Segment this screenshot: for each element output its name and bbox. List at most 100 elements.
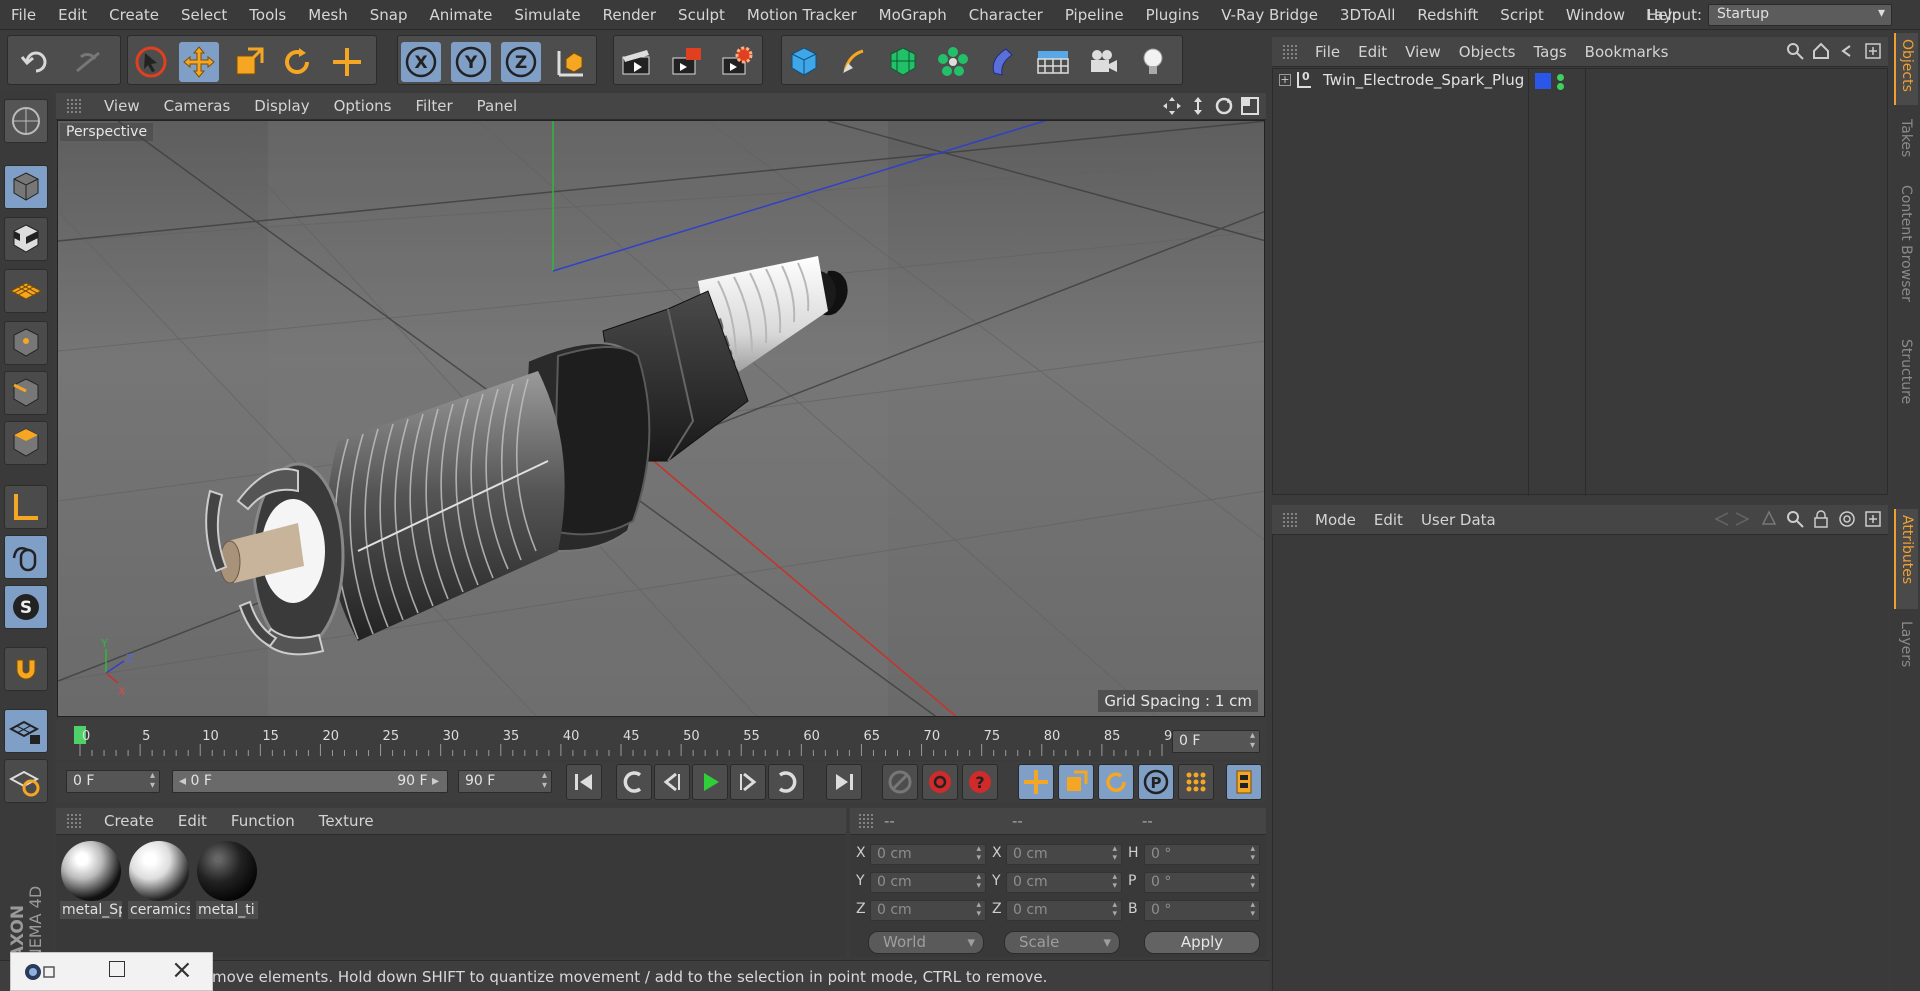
make-editable-button[interactable] [4, 99, 48, 143]
recent-tool-button[interactable] [327, 42, 367, 82]
viewport-menu-options[interactable]: Options [322, 97, 404, 115]
viewport-menu-panel[interactable]: Panel [465, 97, 529, 115]
pan-view-icon[interactable] [1162, 96, 1182, 116]
next-frame-button[interactable] [730, 764, 766, 800]
menu-sculpt[interactable]: Sculpt [667, 6, 736, 24]
rotation-b-field[interactable]: 0 ° ▴ ▾ [1144, 900, 1260, 921]
attributes-menu-mode[interactable]: Mode [1306, 511, 1365, 529]
object-name[interactable]: Twin_Electrode_Spark_Plug [1323, 71, 1524, 89]
key-rotation-button[interactable] [1098, 764, 1134, 800]
render-view-button[interactable] [617, 42, 657, 82]
size-z-field[interactable]: 0 cm ▴ ▾ [1006, 900, 1122, 921]
redo-button[interactable] [68, 42, 108, 82]
record-active-objects-button[interactable] [882, 764, 918, 800]
play-button[interactable] [692, 764, 728, 800]
material-menu-texture[interactable]: Texture [307, 812, 386, 830]
material-item[interactable]: metal_ti [196, 841, 258, 923]
maximize-view-icon[interactable] [1240, 96, 1260, 116]
material-item[interactable]: ceramics [128, 841, 190, 923]
material-item[interactable]: metal_Sp [60, 841, 122, 923]
go-to-start-button[interactable] [566, 764, 602, 800]
menu-animate[interactable]: Animate [419, 6, 504, 24]
go-to-end-button[interactable] [826, 764, 862, 800]
layout-select[interactable]: Startup [1708, 4, 1892, 26]
menu-edit[interactable]: Edit [47, 6, 98, 24]
edges-mode-button[interactable] [4, 371, 48, 415]
render-settings-button[interactable] [717, 42, 757, 82]
maximize-window-icon[interactable] [109, 961, 125, 977]
frame-range-slider[interactable]: ◂ 0 F 90 F ▸ [172, 770, 448, 793]
grip-handle[interactable] [66, 813, 82, 829]
rotate-view-icon[interactable] [1214, 96, 1234, 116]
objects-menu-file[interactable]: File [1306, 43, 1349, 61]
tab-attributes[interactable]: Attributes [1894, 509, 1918, 609]
menu-window[interactable]: Window [1555, 6, 1636, 24]
menu-script[interactable]: Script [1489, 6, 1555, 24]
layer-color-swatch[interactable] [1535, 73, 1551, 89]
menu-plugins[interactable]: Plugins [1135, 6, 1211, 24]
grip-handle[interactable] [858, 813, 874, 829]
tab-objects[interactable]: Objects [1894, 33, 1918, 105]
live-selection-button[interactable] [131, 42, 171, 82]
home-icon[interactable] [1812, 42, 1830, 60]
target-icon[interactable] [1838, 510, 1856, 528]
apply-button[interactable]: Apply [1144, 931, 1260, 954]
back-forward-icon[interactable] [1712, 510, 1752, 528]
size-mode-select[interactable]: Scale ▾ [1004, 931, 1120, 954]
viewport-menu-view[interactable]: View [92, 97, 152, 115]
coordinate-system-button[interactable] [551, 42, 591, 82]
tab-content-browser[interactable]: Content Browser [1894, 179, 1918, 329]
grip-handle[interactable] [1282, 512, 1298, 528]
previous-key-button[interactable] [616, 764, 652, 800]
light-object-button[interactable] [1133, 42, 1173, 82]
planar-workplane-button[interactable] [4, 759, 48, 803]
camera-object-button[interactable] [1083, 42, 1123, 82]
tab-layers[interactable]: Layers [1894, 615, 1918, 679]
menu-pipeline[interactable]: Pipeline [1054, 6, 1135, 24]
points-mode-button[interactable] [4, 321, 48, 365]
rotation-h-field[interactable]: 0 ° ▴ ▾ [1144, 844, 1260, 865]
start-frame-field[interactable]: 0 F ▴ ▾ [66, 770, 160, 793]
tweak-mode-button[interactable] [4, 535, 48, 579]
menu-v-ray-bridge[interactable]: V-Ray Bridge [1210, 6, 1329, 24]
coordinate-space-select[interactable]: World ▾ [868, 931, 984, 954]
timeline-ruler[interactable]: 051015202530354045505560657075808590 0 F… [56, 720, 1266, 760]
sculpt-mode-button[interactable]: S [4, 585, 48, 629]
close-window-icon[interactable]: × [171, 955, 193, 985]
menu-redshift[interactable]: Redshift [1406, 6, 1489, 24]
viewport-menu-cameras[interactable]: Cameras [152, 97, 243, 115]
snap-button[interactable] [4, 647, 48, 691]
menu-3dtoall[interactable]: 3DToAll [1329, 6, 1406, 24]
model-mode-button[interactable] [4, 165, 48, 209]
visibility-dots-icon[interactable] [1557, 72, 1565, 90]
material-menu-edit[interactable]: Edit [166, 812, 219, 830]
menu-file[interactable]: File [0, 6, 47, 24]
grip-handle[interactable] [1282, 44, 1298, 60]
end-frame-field[interactable]: 90 F ▴ ▾ [458, 770, 552, 793]
objects-menu-edit[interactable]: Edit [1349, 43, 1396, 61]
deformer-button[interactable] [983, 42, 1023, 82]
lock-icon[interactable] [1812, 510, 1830, 528]
back-arrow-icon[interactable] [1838, 42, 1856, 60]
objects-menu-view[interactable]: View [1396, 43, 1450, 61]
viewport-menu-display[interactable]: Display [242, 97, 321, 115]
key-position-button[interactable] [1018, 764, 1054, 800]
polygons-mode-button[interactable] [4, 421, 48, 465]
autokeying-button[interactable] [922, 764, 958, 800]
tab-structure[interactable]: Structure [1894, 333, 1918, 423]
locked-workplane-button[interactable] [4, 709, 48, 753]
tab-takes[interactable]: Takes [1894, 113, 1918, 175]
size-y-field[interactable]: 0 cm ▴ ▾ [1006, 872, 1122, 893]
attributes-menu-edit[interactable]: Edit [1365, 511, 1412, 529]
menu-mograph[interactable]: MoGraph [868, 6, 958, 24]
zoom-view-icon[interactable] [1188, 96, 1208, 116]
perspective-viewport[interactable]: DENSO [57, 120, 1265, 717]
next-key-button[interactable] [768, 764, 804, 800]
key-point-level-button[interactable] [1178, 764, 1214, 800]
texture-mode-button[interactable] [4, 217, 48, 261]
cube-object-button[interactable] [784, 42, 824, 82]
key-scale-button[interactable] [1058, 764, 1094, 800]
y-axis-button[interactable]: Y [451, 42, 491, 82]
workplane-mode-button[interactable] [4, 269, 48, 313]
move-tool-button[interactable] [179, 42, 219, 82]
